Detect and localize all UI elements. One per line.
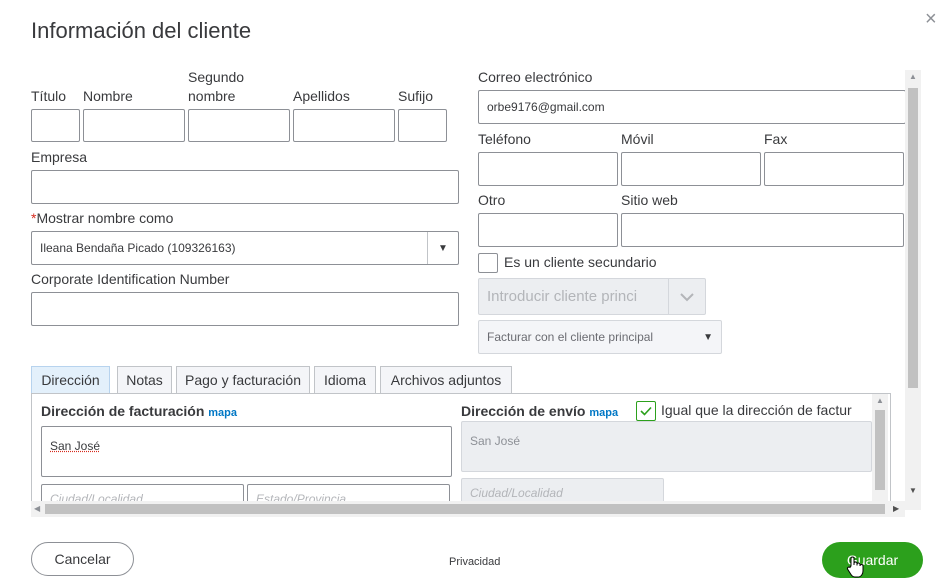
address-panel: Dirección de facturación mapa San José C… (31, 393, 891, 501)
cancel-button[interactable]: Cancelar (31, 542, 134, 576)
corp-id-label: Corporate Identification Number (31, 271, 230, 287)
nombre-label: Nombre (83, 88, 133, 104)
apellidos-label: Apellidos (293, 88, 350, 104)
shipping-city-input[interactable]: Ciudad/Localidad (461, 478, 664, 501)
telefono-input[interactable] (478, 152, 618, 186)
facturar-select[interactable]: Facturar con el cliente principal ▼ (478, 320, 722, 354)
segundo-nombre-label-line1: Segundo (188, 69, 245, 85)
shipping-street-input[interactable]: San José (461, 421, 872, 472)
scroll-right-arrow-icon[interactable]: ▶ (893, 504, 899, 513)
sitio-web-label: Sitio web (621, 192, 678, 208)
tab-direccion[interactable]: Dirección (31, 366, 110, 393)
empresa-input[interactable] (31, 170, 459, 204)
mostrar-nombre-label-text: Mostrar nombre como (36, 210, 174, 226)
titulo-label: Título (31, 88, 67, 104)
billing-city-input[interactable]: Ciudad/Localidad (41, 484, 244, 501)
apellidos-input[interactable] (293, 109, 395, 142)
movil-input[interactable] (621, 152, 761, 186)
fax-input[interactable] (764, 152, 904, 186)
tab-notas[interactable]: Notas (117, 366, 172, 393)
telefono-label: Teléfono (478, 131, 531, 147)
billing-state-input[interactable]: Estado/Provincia (247, 484, 450, 501)
cliente-principal-placeholder: Introducir cliente princi (487, 288, 638, 305)
inner-scroll-up-icon[interactable]: ▲ (876, 396, 884, 405)
scroll-left-arrow-icon[interactable]: ◀ (34, 504, 40, 513)
shipping-address-label-text: Dirección de envío (461, 403, 586, 419)
empresa-label: Empresa (31, 149, 88, 165)
facturar-value: Facturar con el cliente principal (487, 330, 654, 344)
outer-scroll-thumb[interactable] (908, 88, 918, 388)
horizontal-scrollbar[interactable]: ◀ ▶ (31, 501, 905, 517)
cliente-secundario-checkbox[interactable] (478, 253, 498, 273)
corp-id-input[interactable] (31, 292, 459, 326)
mostrar-nombre-label: *Mostrar nombre como (31, 210, 173, 226)
titulo-input[interactable] (31, 109, 80, 142)
sufijo-label: Sufijo (398, 88, 434, 104)
sufijo-input[interactable] (398, 109, 447, 142)
segundo-nombre-input[interactable] (188, 109, 290, 142)
tab-idioma[interactable]: Idioma (314, 366, 376, 393)
nombre-input[interactable] (83, 109, 185, 142)
shipping-address-label: Dirección de envío mapa (461, 403, 618, 419)
billing-street-input[interactable]: San José (41, 426, 452, 477)
caret-down-icon[interactable]: ▼ (427, 232, 458, 264)
correo-input[interactable]: orbe9176@gmail.com (478, 90, 906, 124)
privacy-link[interactable]: Privacidad (449, 556, 500, 568)
same-address-label: Igual que la dirección de factur (661, 402, 852, 418)
movil-label: Móvil (621, 131, 654, 147)
caret-down-icon: ▼ (703, 331, 713, 343)
outer-vertical-scrollbar[interactable]: ▲ ▼ (905, 70, 921, 510)
dialog-title: Información del cliente (31, 18, 252, 43)
tab-archivos-adjuntos[interactable]: Archivos adjuntos (380, 366, 512, 393)
billing-street-value: San José (50, 439, 101, 453)
cliente-secundario-label: Es un cliente secundario (504, 254, 657, 270)
scroll-down-arrow-icon[interactable]: ▼ (909, 486, 917, 495)
otro-input[interactable] (478, 213, 618, 247)
hand-cursor-icon (846, 556, 866, 580)
checkmark-icon (640, 406, 652, 416)
inner-vertical-scrollbar[interactable]: ▲ (872, 394, 888, 501)
scroll-up-arrow-icon[interactable]: ▲ (909, 72, 917, 81)
horizontal-scroll-thumb[interactable] (45, 504, 885, 514)
same-address-checkbox[interactable] (636, 401, 656, 421)
sitio-web-input[interactable] (621, 213, 904, 247)
save-button[interactable]: Guardar (822, 542, 923, 578)
billing-map-link[interactable]: mapa (208, 407, 237, 419)
shipping-map-link[interactable]: mapa (589, 407, 618, 419)
mostrar-nombre-value: Ileana Bendaña Picado (109326163) (40, 241, 236, 255)
inner-scroll-thumb[interactable] (875, 410, 885, 490)
fax-label: Fax (764, 131, 788, 147)
billing-address-label: Dirección de facturación mapa (41, 403, 237, 419)
segundo-nombre-label-line2: nombre (188, 88, 236, 104)
billing-address-label-text: Dirección de facturación (41, 403, 205, 419)
tab-pago-facturacion[interactable]: Pago y facturación (176, 366, 310, 393)
chevron-down-icon[interactable] (668, 279, 705, 314)
cliente-principal-input[interactable]: Introducir cliente princi (478, 278, 706, 315)
correo-label: Correo electrónico (478, 69, 593, 85)
mostrar-nombre-select[interactable]: Ileana Bendaña Picado (109326163) ▼ (31, 231, 459, 265)
otro-label: Otro (478, 192, 506, 208)
close-icon[interactable]: × (925, 8, 937, 31)
